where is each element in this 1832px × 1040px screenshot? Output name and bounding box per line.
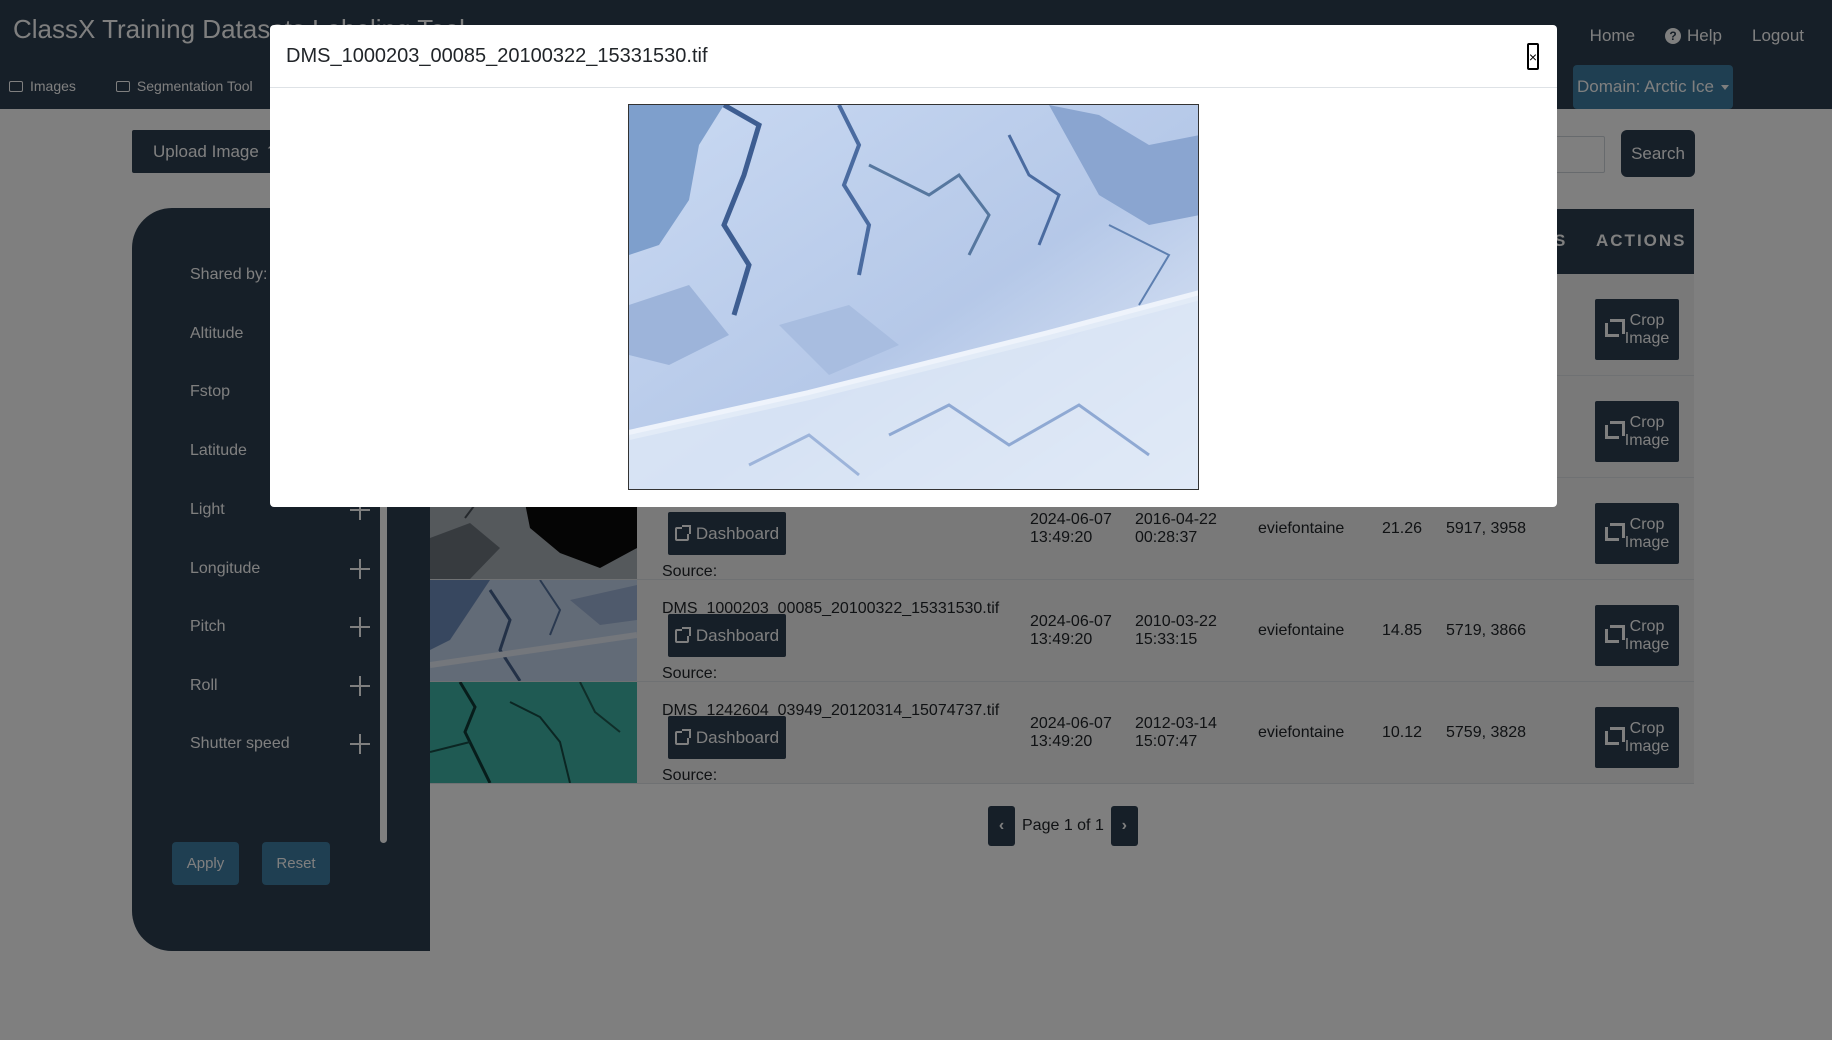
preview-image [628, 104, 1199, 490]
close-icon: × [1528, 48, 1538, 65]
close-button[interactable]: × [1527, 43, 1539, 70]
sea-ice-image [629, 105, 1198, 489]
modal-title: DMS_1000203_00085_20100322_15331530.tif [286, 45, 708, 67]
modal-header: DMS_1000203_00085_20100322_15331530.tif … [270, 25, 1557, 88]
image-preview-modal: DMS_1000203_00085_20100322_15331530.tif … [270, 25, 1557, 507]
